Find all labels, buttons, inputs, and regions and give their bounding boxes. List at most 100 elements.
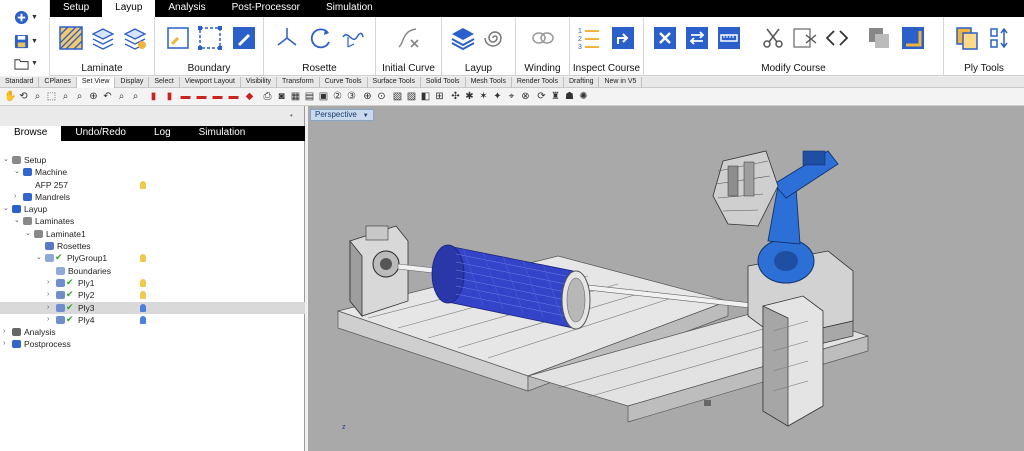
- panel-tab-undo-redo[interactable]: Undo/Redo: [61, 126, 140, 141]
- loop-icon[interactable]: ⟳: [536, 91, 547, 102]
- shade-icon[interactable]: ◧: [420, 91, 431, 102]
- collapse-arrow-icon[interactable]: ›: [47, 302, 55, 314]
- measure-course-button[interactable]: [716, 25, 742, 51]
- extend-course-button[interactable]: [900, 25, 926, 51]
- toolbar-tab-display[interactable]: Display: [115, 77, 150, 88]
- show-icon[interactable]: ▨: [406, 91, 417, 102]
- toolbar-tab-transform[interactable]: Transform: [277, 77, 320, 88]
- back-view-icon[interactable]: ▬: [228, 91, 239, 102]
- right-view-icon[interactable]: ▬: [196, 91, 207, 102]
- tree-item[interactable]: Rosettes: [0, 240, 305, 252]
- toolbar-tab-standard[interactable]: Standard: [0, 77, 40, 88]
- reorder-ply-button[interactable]: [988, 25, 1014, 51]
- top-view-icon[interactable]: ▮: [148, 91, 159, 102]
- initial-curve-button[interactable]: [396, 25, 422, 51]
- zoom-extents-icon[interactable]: ⌕: [60, 91, 71, 102]
- delete-course-button[interactable]: [652, 25, 678, 51]
- expand-arrow-icon[interactable]: ⌄: [25, 228, 33, 240]
- viewport[interactable]: Perspective ▼ z: [308, 106, 1024, 451]
- pan-icon[interactable]: ✋: [4, 91, 16, 102]
- zoom-window-icon[interactable]: ⬚: [46, 91, 57, 102]
- tree-item[interactable]: ⌄ Layup: [0, 203, 305, 215]
- visibility-bulb-icon[interactable]: [140, 278, 146, 287]
- named-view-icon[interactable]: ⎙: [262, 91, 273, 102]
- spiral-layup-button[interactable]: [482, 25, 508, 51]
- toolbar-tab-solid-tools[interactable]: Solid Tools: [421, 77, 466, 88]
- walk-icon[interactable]: ♜: [550, 91, 561, 102]
- collapse-arrow-icon[interactable]: ›: [3, 326, 11, 338]
- tree-item[interactable]: › Postprocess: [0, 338, 305, 350]
- rosette-curve-button[interactable]: [340, 25, 366, 51]
- expand-arrow-icon[interactable]: ⌄: [3, 154, 11, 166]
- expand-arrow-icon[interactable]: ⌄: [3, 203, 11, 215]
- panel-tab-log[interactable]: Log: [140, 126, 185, 141]
- collapse-arrow-icon[interactable]: ›: [14, 191, 22, 203]
- boundary-button[interactable]: [165, 25, 191, 51]
- tab-layup[interactable]: Layup: [102, 0, 156, 17]
- tree-item[interactable]: ⌄ ✔ PlyGroup1: [0, 252, 305, 264]
- view-3d-icon[interactable]: ③: [346, 91, 357, 102]
- tree-item[interactable]: › ✔ Ply3: [0, 301, 305, 314]
- stagger-course-button[interactable]: [866, 25, 892, 51]
- toolbar-tab-visibility[interactable]: Visibility: [241, 77, 278, 88]
- rosette-rotate-button[interactable]: [308, 25, 334, 51]
- course-direction-button[interactable]: [610, 25, 636, 51]
- tree-item[interactable]: › ✔ Ply2: [0, 289, 305, 301]
- camera-icon[interactable]: ◙: [276, 91, 287, 102]
- tree-item[interactable]: ⌄ Laminate1: [0, 228, 305, 240]
- tree-item[interactable]: › ✔ Ply1: [0, 277, 305, 289]
- rosette-button[interactable]: [274, 25, 300, 51]
- toolbar-tab-set-view[interactable]: Set View: [76, 77, 116, 88]
- toolbar-tab-surface-tools[interactable]: Surface Tools: [368, 77, 421, 88]
- collapse-arrow-icon[interactable]: ›: [47, 314, 55, 326]
- toolbar-tab-drafting[interactable]: Drafting: [564, 77, 600, 88]
- visibility-bulb-icon[interactable]: [140, 180, 146, 189]
- toolbar-tab-new-in-v5[interactable]: New in V5: [599, 77, 643, 88]
- layup-button[interactable]: [450, 25, 476, 51]
- tab-post-processor[interactable]: Post-Processor: [219, 0, 313, 17]
- zoom-in-icon[interactable]: ⊕: [88, 91, 99, 102]
- copy-ply-button[interactable]: [954, 25, 980, 51]
- undo-view-icon[interactable]: ↶: [102, 91, 113, 102]
- viewport-title-tab[interactable]: Perspective ▼: [310, 109, 374, 121]
- person-icon[interactable]: ☗: [564, 91, 575, 102]
- collapse-arrow-icon[interactable]: ›: [3, 338, 11, 350]
- expand-arrow-icon[interactable]: ⌄: [14, 166, 22, 178]
- target-icon[interactable]: ⊕: [362, 91, 373, 102]
- cplane-icon[interactable]: ✱: [464, 91, 475, 102]
- swap-course-button[interactable]: [684, 25, 710, 51]
- toolbar-tab-cplanes[interactable]: CPlanes: [39, 77, 77, 88]
- zoom-out-icon[interactable]: ⌕: [116, 91, 127, 102]
- collapse-arrow-icon[interactable]: ›: [47, 277, 55, 289]
- trim-course-button[interactable]: [792, 25, 818, 51]
- tree-item[interactable]: › Mandrels: [0, 191, 305, 203]
- boundary-edit-button[interactable]: [197, 25, 223, 51]
- tree-item[interactable]: ⌄ Machine: [0, 166, 305, 178]
- toolbar-tab-select[interactable]: Select: [149, 77, 180, 88]
- hide-icon[interactable]: ▧: [392, 91, 403, 102]
- zoom-icon[interactable]: ⌕: [32, 91, 43, 102]
- new-button[interactable]: ▼: [14, 9, 46, 25]
- perspective-view-icon[interactable]: ◆: [244, 91, 255, 102]
- toolbar-tab-viewport-layout[interactable]: Viewport Layout: [180, 77, 241, 88]
- toolbar-tab-curve-tools[interactable]: Curve Tools: [320, 77, 368, 88]
- visibility-bulb-icon[interactable]: [140, 254, 146, 263]
- pin-icon[interactable]: •: [290, 111, 296, 120]
- visibility-bulb-icon[interactable]: [140, 291, 146, 300]
- front-view-icon[interactable]: ▬: [212, 91, 223, 102]
- boundary-trim-button[interactable]: [231, 25, 257, 51]
- code-course-button[interactable]: [824, 25, 850, 51]
- tree-item[interactable]: AFP 257: [0, 179, 305, 191]
- tab-setup[interactable]: Setup: [50, 0, 102, 17]
- tab-simulation[interactable]: Simulation: [313, 0, 386, 17]
- snap-icon[interactable]: ✣: [450, 91, 461, 102]
- rotate-view-icon[interactable]: ⟲: [18, 91, 29, 102]
- point-icon[interactable]: ✶: [478, 91, 489, 102]
- osnap-icon[interactable]: ⌖: [506, 91, 517, 102]
- collapse-arrow-icon[interactable]: ›: [47, 289, 55, 301]
- cut-course-button[interactable]: [760, 25, 786, 51]
- open-button[interactable]: ▼: [14, 55, 46, 71]
- panel-tab-simulation[interactable]: Simulation: [185, 126, 260, 141]
- ortho-icon[interactable]: ✦: [492, 91, 503, 102]
- bottom-view-icon[interactable]: ▮: [164, 91, 175, 102]
